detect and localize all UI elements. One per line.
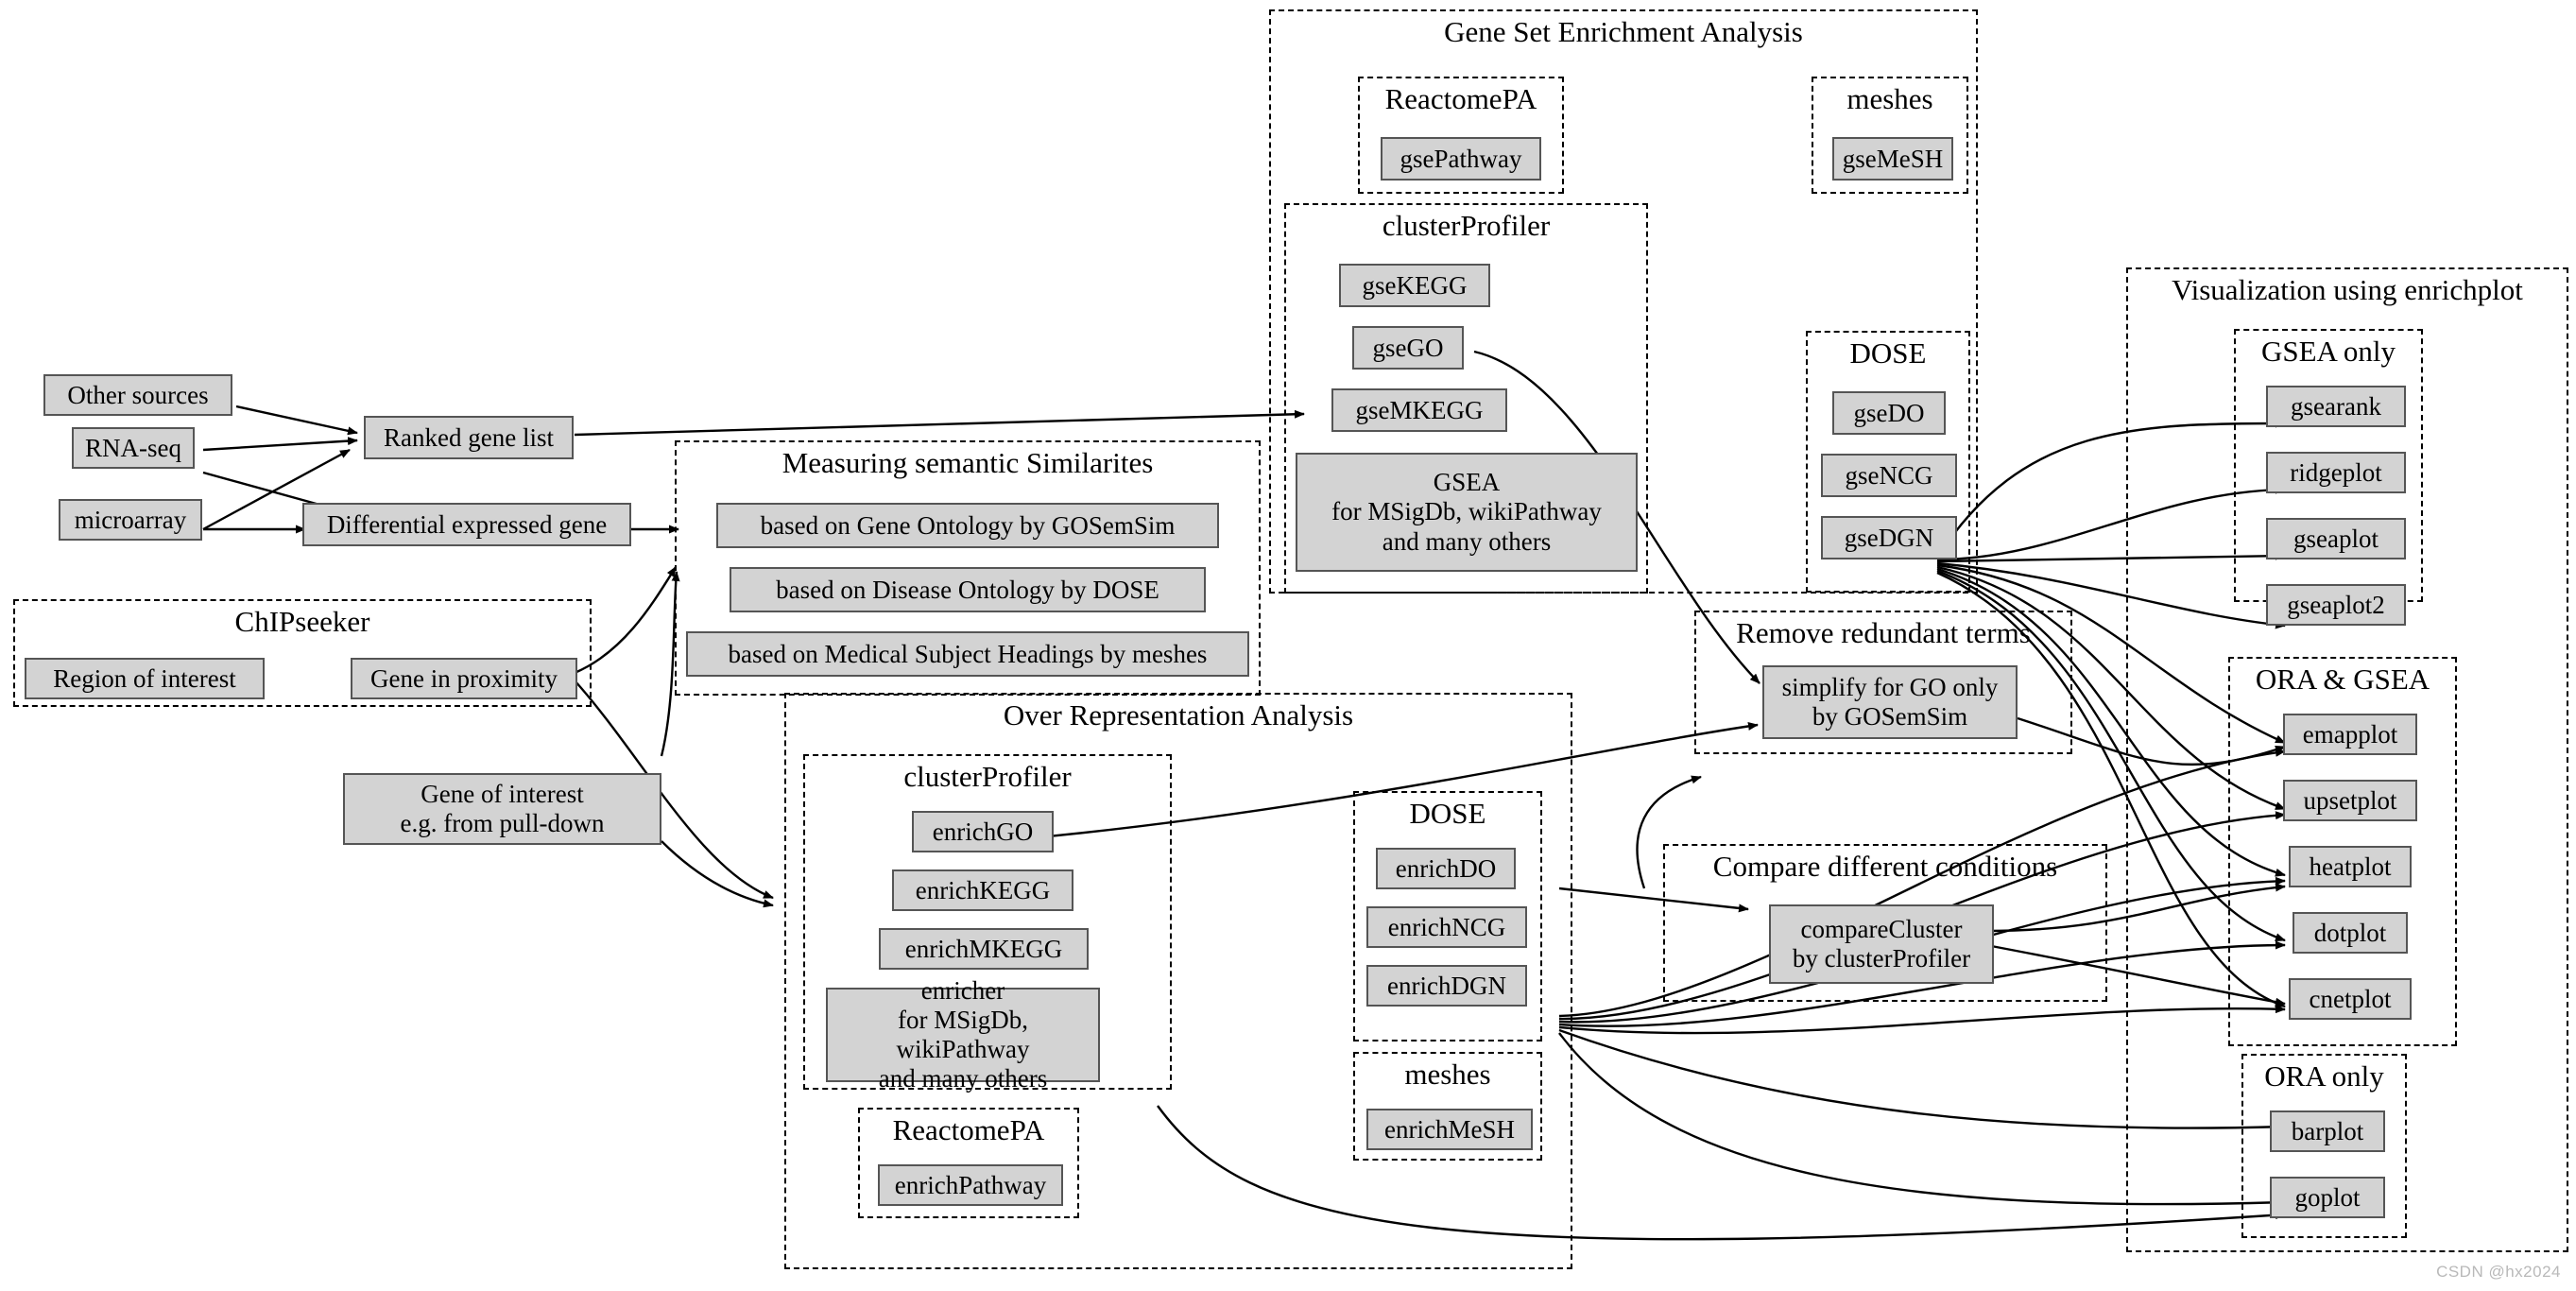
node-gsedgn[interactable]: gseDGN [1821,516,1957,559]
node-meshes-similarity[interactable]: based on Medical Subject Headings by mes… [686,631,1249,677]
node-gseaplot[interactable]: gseaplot [2266,518,2406,559]
node-enrichgo[interactable]: enrichGO [912,811,1054,852]
ora-reactomepa-title: ReactomePA [892,1113,1045,1146]
enricher-line2: for MSigDb, wikiPathway [896,1005,1030,1063]
node-ridgeplot[interactable]: ridgeplot [2266,452,2406,493]
node-other-sources[interactable]: Other sources [43,374,232,416]
gsea-msigdb-line1: GSEA [1433,468,1501,497]
gsea-reactomepa-title: ReactomePA [1384,82,1537,115]
gsea-clusterprofiler-title: clusterProfiler [1382,209,1551,242]
visualization-title: Visualization using enrichplot [2172,273,2523,306]
node-ranked-gene-list[interactable]: Ranked gene list [364,416,574,459]
enricher-line1: enricher [920,975,1005,1005]
cluster-chipseeker: ChIPseeker Region of interest Gene in pr… [13,599,592,707]
cluster-remove-redundant-terms: Remove redundant terms simplify for GO o… [1694,611,2072,754]
node-gene-in-proximity[interactable]: Gene in proximity [351,658,577,699]
node-gsearank[interactable]: gsearank [2266,386,2406,427]
node-dose-similarity[interactable]: based on Disease Ontology by DOSE [730,567,1206,612]
cluster-gsea-only: GSEA only gsearank ridgeplot gseaplot gs… [2234,329,2423,626]
cluster-ora-and-gsea: ORA & GSEA emapplot upsetplot heatplot d… [2228,657,2457,1046]
semantic-similarity-title: Measuring semantic Similarites [781,446,1154,479]
ora-only-title: ORA only [2264,1059,2384,1093]
comparecluster-line1: compareCluster [1800,914,1963,943]
gsea-msigdb-line2: for MSigDb, wikiPathway [1331,497,1602,526]
cluster-gene-set-enrichment-analysis: Gene Set Enrichment Analysis ReactomePA … [1269,9,1978,594]
node-gene-of-interest[interactable]: Gene of interest e.g. from pull-down [343,773,661,845]
ora-clusterprofiler-title: clusterProfiler [903,760,1072,793]
remove-redundant-title: Remove redundant terms [1736,616,2031,649]
cluster-gsea-dose: DOSE gseDO gseNCG gseDGN [1806,331,1970,593]
gene-of-interest-line2: e.g. from pull-down [400,809,605,837]
node-gsepathway[interactable]: gsePathway [1381,137,1541,181]
cluster-ora-reactomepa: ReactomePA enrichPathway [858,1108,1079,1218]
node-enricher-msigdb[interactable]: enricher for MSigDb, wikiPathway and man… [826,976,1100,1093]
simplify-line2: by GOSemSim [1812,702,1968,731]
node-enrichkegg[interactable]: enrichKEGG [892,869,1073,911]
node-region-of-interest[interactable]: Region of interest [25,658,265,699]
node-differential-expressed-gene[interactable]: Differential expressed gene [302,503,631,546]
node-dotplot[interactable]: dotplot [2293,912,2408,954]
node-emapplot[interactable]: emapplot [2283,714,2417,755]
ora-title: Over Representation Analysis [1003,698,1354,732]
ora-dose-title: DOSE [1409,797,1486,830]
comparecluster-line2: by clusterProfiler [1792,944,1971,973]
cluster-gsea-meshes: meshes gseMeSH [1812,77,1968,194]
node-cnetplot[interactable]: cnetplot [2289,978,2412,1020]
node-enrichpathway[interactable]: enrichPathway [878,1164,1063,1206]
node-heatplot[interactable]: heatplot [2289,846,2412,887]
cluster-gsea-reactomepa: ReactomePA gsePathway [1358,77,1564,194]
gsea-msigdb-line3: and many others [1382,526,1552,556]
node-barplot[interactable]: barplot [2270,1110,2385,1152]
compare-conditions-title: Compare different conditions [1712,850,2058,883]
node-enrichdo[interactable]: enrichDO [1376,848,1516,889]
node-enrichmkegg[interactable]: enrichMKEGG [879,928,1089,970]
node-gsencg[interactable]: gseNCG [1821,454,1957,497]
cluster-semantic-similarity: Measuring semantic Similarites based on … [675,440,1261,696]
simplify-line1: simplify for GO only [1781,672,1999,701]
node-gsemkegg[interactable]: gseMKEGG [1331,388,1507,432]
node-gsea-msigdb[interactable]: GSEA for MSigDb, wikiPathway and many ot… [1296,453,1638,572]
cluster-ora-only: ORA only barplot goplot [2241,1054,2407,1238]
node-microarray[interactable]: microarray [59,499,202,541]
node-gsego[interactable]: gseGO [1352,326,1464,370]
node-comparecluster[interactable]: compareCluster by clusterProfiler [1769,904,1994,984]
node-gsedo[interactable]: gseDO [1832,391,1946,435]
node-simplify-gosemsim[interactable]: simplify for GO only by GOSemSim [1762,665,2018,739]
node-enrichdgn[interactable]: enrichDGN [1366,965,1527,1007]
enricher-line3: and many others [878,1064,1048,1093]
node-gsekegg[interactable]: gseKEGG [1339,264,1490,307]
diagram-canvas: Other sources RNA-seq microarray Ranked … [0,0,2576,1291]
gene-of-interest-line1: Gene of interest [421,779,584,808]
node-rna-seq[interactable]: RNA-seq [72,427,195,469]
cluster-gsea-clusterprofiler: clusterProfiler gseKEGG gseGO gseMKEGG G… [1284,203,1648,594]
ora-meshes-title: meshes [1404,1058,1491,1091]
cluster-visualization-enrichplot: Visualization using enrichplot GSEA only… [2126,267,2568,1252]
cluster-over-representation-analysis: Over Representation Analysis clusterProf… [784,693,1572,1269]
node-upsetplot[interactable]: upsetplot [2283,780,2417,821]
node-goplot[interactable]: goplot [2270,1177,2385,1218]
gsea-only-title: GSEA only [2260,335,2396,368]
chipseeker-title: ChIPseeker [234,605,370,638]
cluster-ora-clusterprofiler: clusterProfiler enrichGO enrichKEGG enri… [803,754,1172,1093]
watermark: CSDN @hx2024 [2436,1263,2561,1281]
ora-and-gsea-title: ORA & GSEA [2255,663,2430,696]
node-gosemsim-similarity[interactable]: based on Gene Ontology by GOSemSim [716,503,1219,548]
node-gseaplot2[interactable]: gseaplot2 [2266,584,2406,626]
node-gsemesh[interactable]: gseMeSH [1832,137,1953,181]
gsea-title: Gene Set Enrichment Analysis [1444,15,1803,48]
cluster-compare-different-conditions: Compare different conditions compareClus… [1663,844,2107,1002]
gsea-dose-title: DOSE [1849,336,1927,370]
cluster-ora-dose: DOSE enrichDO enrichNCG enrichDGN [1353,791,1542,1041]
cluster-ora-meshes: meshes enrichMeSH [1353,1052,1542,1161]
gsea-meshes-title: meshes [1846,82,1933,115]
node-enrichncg[interactable]: enrichNCG [1366,906,1527,948]
node-enrichmesh[interactable]: enrichMeSH [1366,1109,1533,1150]
